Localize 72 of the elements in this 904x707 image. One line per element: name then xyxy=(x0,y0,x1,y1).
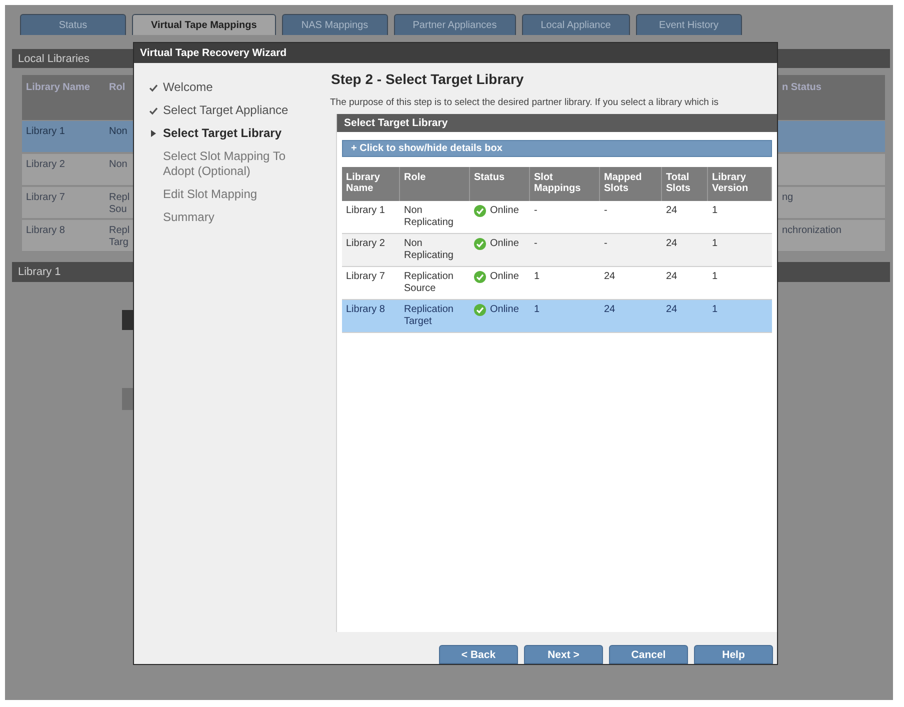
table-cell-text: Library 8 xyxy=(345,303,386,317)
status-text: Online xyxy=(490,205,519,217)
step-heading: Step 2 - Select Target Library xyxy=(331,70,524,88)
wizard-step: Select Target Appliance xyxy=(163,103,303,118)
column-header: n Status xyxy=(781,81,822,95)
wizard-button[interactable]: Help xyxy=(694,645,773,664)
wizard-button[interactable]: Cancel xyxy=(609,645,688,664)
table-cell-text: Library 7 xyxy=(25,191,66,205)
wizard-step: Select Slot Mapping To Adopt (Optional) xyxy=(163,149,303,179)
table-cell-text: - xyxy=(603,237,608,251)
wizard-step: Summary xyxy=(163,210,303,225)
triangle-icon xyxy=(150,130,156,137)
table-cell-text: 1 xyxy=(533,303,541,317)
table-cell-text: - xyxy=(603,204,608,218)
table-cell-text: Library 2 xyxy=(25,158,66,172)
table-cell-text: Library 2 xyxy=(345,237,386,251)
table-row[interactable]: Library 2 Non Replicating Online - - 24 1 xyxy=(342,234,772,267)
wizard-step: Select Target Library xyxy=(163,126,303,141)
table-cell-text: Library 7 xyxy=(345,270,386,284)
step-description: The purpose of this step is to select the desired partner library. If you select a library which is xyxy=(330,97,718,109)
check-circle-icon xyxy=(474,304,486,316)
table-cell-text: 1 xyxy=(711,270,719,284)
dialog-title: Virtual Tape Recovery Wizard xyxy=(134,43,777,63)
table-cell-text: 1 xyxy=(711,303,719,317)
table-cell-text: 24 xyxy=(603,303,616,317)
check-icon xyxy=(148,106,158,114)
column-header: Rol xyxy=(108,81,126,95)
table-cell-text: 24 xyxy=(603,270,616,284)
partial-button[interactable] xyxy=(122,388,133,410)
tab[interactable]: Virtual Tape Mappings xyxy=(132,14,276,35)
table-cell-text: Repl Sou xyxy=(108,191,131,217)
tab[interactable]: Local Appliance xyxy=(522,14,630,35)
table-cell-text: nchronization xyxy=(781,224,842,238)
table-cell-text: 1 xyxy=(533,270,541,284)
table-cell-text: Library 8 xyxy=(25,224,66,238)
status-text: Online xyxy=(490,304,519,316)
table-cell-text: 24 xyxy=(665,204,678,218)
table-cell-text: Library 1 xyxy=(25,125,66,139)
table-cell-text: 1 xyxy=(711,237,719,251)
table-cell-text: Repl Targ xyxy=(108,224,131,250)
table-cell-text: 24 xyxy=(665,237,678,251)
table-cell-text: Non xyxy=(108,158,128,172)
tab[interactable]: Partner Appliances xyxy=(394,14,516,35)
table-row[interactable]: Library 8 Replication Target Online 1 24 24 1 xyxy=(342,300,772,333)
wizard-button[interactable]: Next > xyxy=(524,645,603,664)
table-cell-text: Replication Target xyxy=(403,303,454,329)
status-text: Online xyxy=(490,271,519,283)
check-circle-icon xyxy=(474,271,486,283)
table-cell-text: Non Replicating xyxy=(403,237,454,263)
tab[interactable]: Event History xyxy=(636,14,742,35)
check-icon xyxy=(148,84,158,92)
table-cell-text: 24 xyxy=(665,303,678,317)
column-header: Library Name xyxy=(25,81,91,95)
wizard-step: Edit Slot Mapping xyxy=(163,187,303,202)
table-cell-text: Non Replicating xyxy=(403,204,454,230)
check-circle-icon xyxy=(474,205,486,217)
wizard-step: Welcome xyxy=(163,80,303,95)
status-text: Online xyxy=(490,238,519,250)
details-toggle[interactable]: + Click to show/hide details box xyxy=(342,140,772,157)
table-cell-text: Library 1 xyxy=(345,204,386,218)
table-cell-text: - xyxy=(533,204,538,218)
table-cell-text: ng xyxy=(781,191,794,205)
table-cell-text: 24 xyxy=(665,270,678,284)
tab[interactable]: NAS Mappings xyxy=(282,14,388,35)
tab[interactable]: Status xyxy=(20,14,126,35)
table-cell-text: - xyxy=(533,237,538,251)
wizard-button[interactable]: < Back xyxy=(439,645,518,664)
partial-button[interactable] xyxy=(122,310,133,330)
table-cell-text: Non xyxy=(108,125,128,139)
table-cell-text: 1 xyxy=(711,204,719,218)
panel-header: Select Target Library xyxy=(337,114,777,132)
check-circle-icon xyxy=(474,238,486,250)
